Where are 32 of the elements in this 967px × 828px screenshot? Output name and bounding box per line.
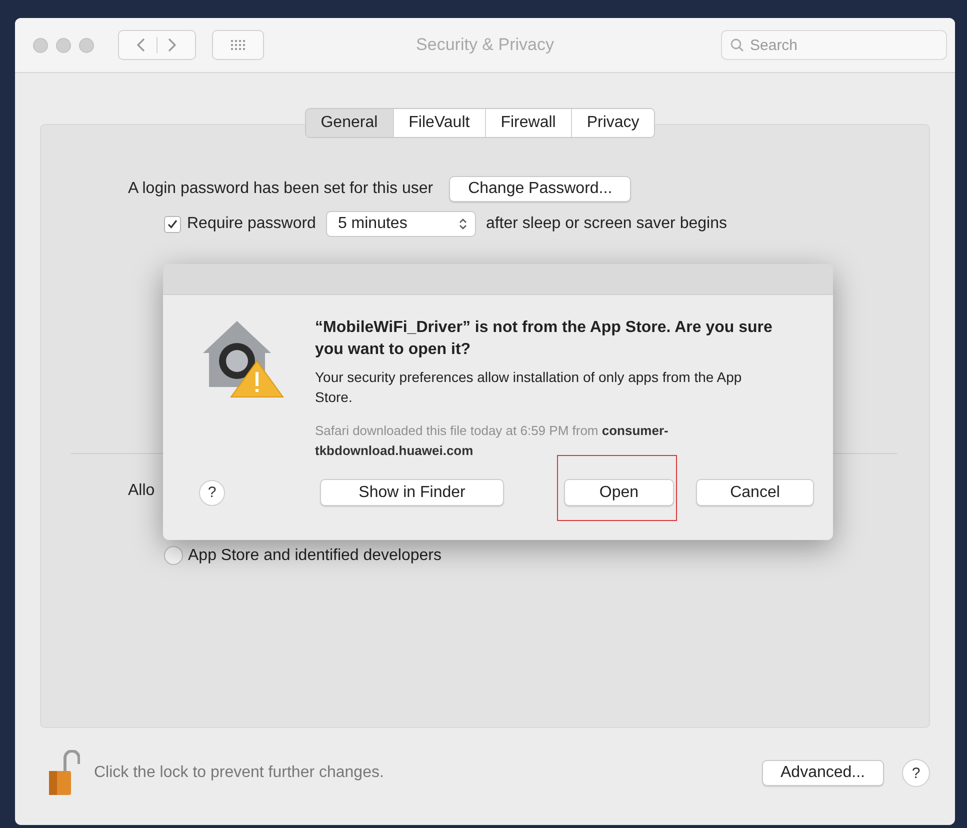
grid-icon <box>230 38 246 52</box>
dialog-button[interactable]: Open <box>564 479 674 506</box>
radio-button[interactable] <box>164 546 183 565</box>
checkbox[interactable] <box>164 216 181 232</box>
dialog-message: Your security preferences allow installation of only apps from the App Store. <box>315 368 743 407</box>
allow-apps-label: Allo <box>128 482 155 500</box>
window-title: Security & Privacy <box>416 35 554 55</box>
login-password-text: A login password has been set for this user <box>128 180 434 198</box>
download-source-text: Safari downloaded this file today at 6:59 PM from consumer-tkbdownload.huawei.com <box>315 422 670 460</box>
dialog-title: “MobileWiFi_Driver” is not from the App Store. Are you sure you want to open it? <box>315 318 774 360</box>
open-lock-icon[interactable] <box>46 750 80 796</box>
grid-view-button[interactable] <box>212 30 264 60</box>
lock-hint-text: Click the lock to prevent further changes. <box>94 764 384 782</box>
stepper-caret-icon <box>458 218 467 230</box>
delay-select[interactable]: 5 minutes <box>326 211 476 237</box>
tab[interactable]: General <box>306 109 394 137</box>
search-field[interactable]: Search <box>721 30 947 60</box>
close-window-button[interactable] <box>33 38 48 52</box>
checkmark-icon <box>167 219 178 229</box>
zoom-window-button[interactable] <box>79 38 94 52</box>
change-password-button[interactable]: Change Password... <box>449 176 632 202</box>
radio-label: App Store and identified developers <box>188 546 442 564</box>
dialog-button[interactable]: Show in Finder <box>320 479 504 506</box>
require-password-label: Require password <box>187 215 316 233</box>
dialog-button[interactable]: Cancel <box>696 479 814 506</box>
require-password-suffix: after sleep or screen saver begins <box>486 215 727 233</box>
search-icon <box>730 38 744 52</box>
minimize-window-button[interactable] <box>56 38 71 52</box>
back-forward-control[interactable] <box>118 30 196 60</box>
help-button[interactable]: ? <box>902 759 930 787</box>
help-button[interactable]: ? <box>199 480 225 506</box>
advanced-button[interactable]: Advanced... <box>762 760 884 786</box>
